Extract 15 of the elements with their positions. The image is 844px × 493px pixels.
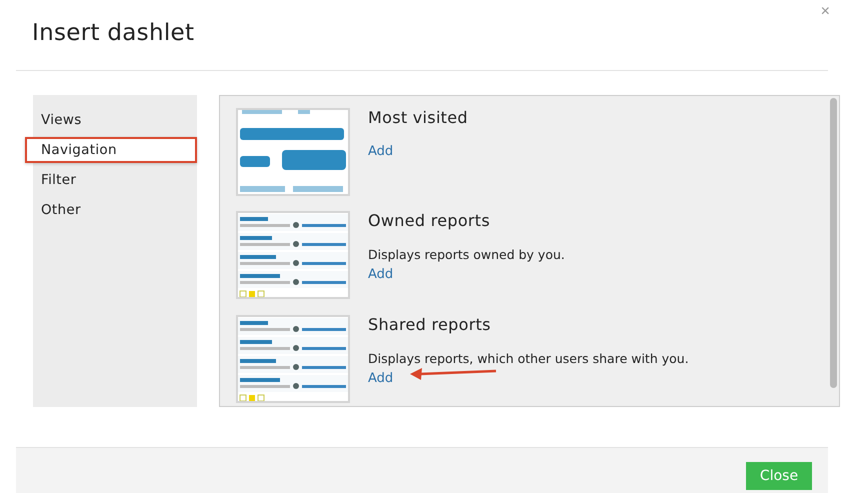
sidebar-item[interactable]: Views: [33, 107, 197, 133]
add-link[interactable]: Add: [368, 267, 394, 282]
dashlet-title: Shared reports: [368, 314, 491, 335]
dialog-title: Insert dashlet: [32, 20, 194, 46]
dashlet-title: Most visited: [368, 108, 468, 128]
sidebar-item[interactable]: Filter: [33, 167, 197, 193]
sidebar-item[interactable]: Other: [33, 197, 197, 223]
sidebar-item[interactable]: Navigation: [25, 137, 197, 163]
dashlet-description: Displays reports owned by you.: [368, 247, 565, 264]
scrollbar[interactable]: [830, 98, 837, 388]
add-link[interactable]: Add: [368, 370, 394, 386]
dashlet-description: Displays reports, which other users share with you.: [368, 350, 689, 367]
close-button[interactable]: Close: [746, 462, 812, 490]
dashlet-title: Owned reports: [368, 211, 490, 232]
add-link[interactable]: Add: [368, 144, 394, 159]
